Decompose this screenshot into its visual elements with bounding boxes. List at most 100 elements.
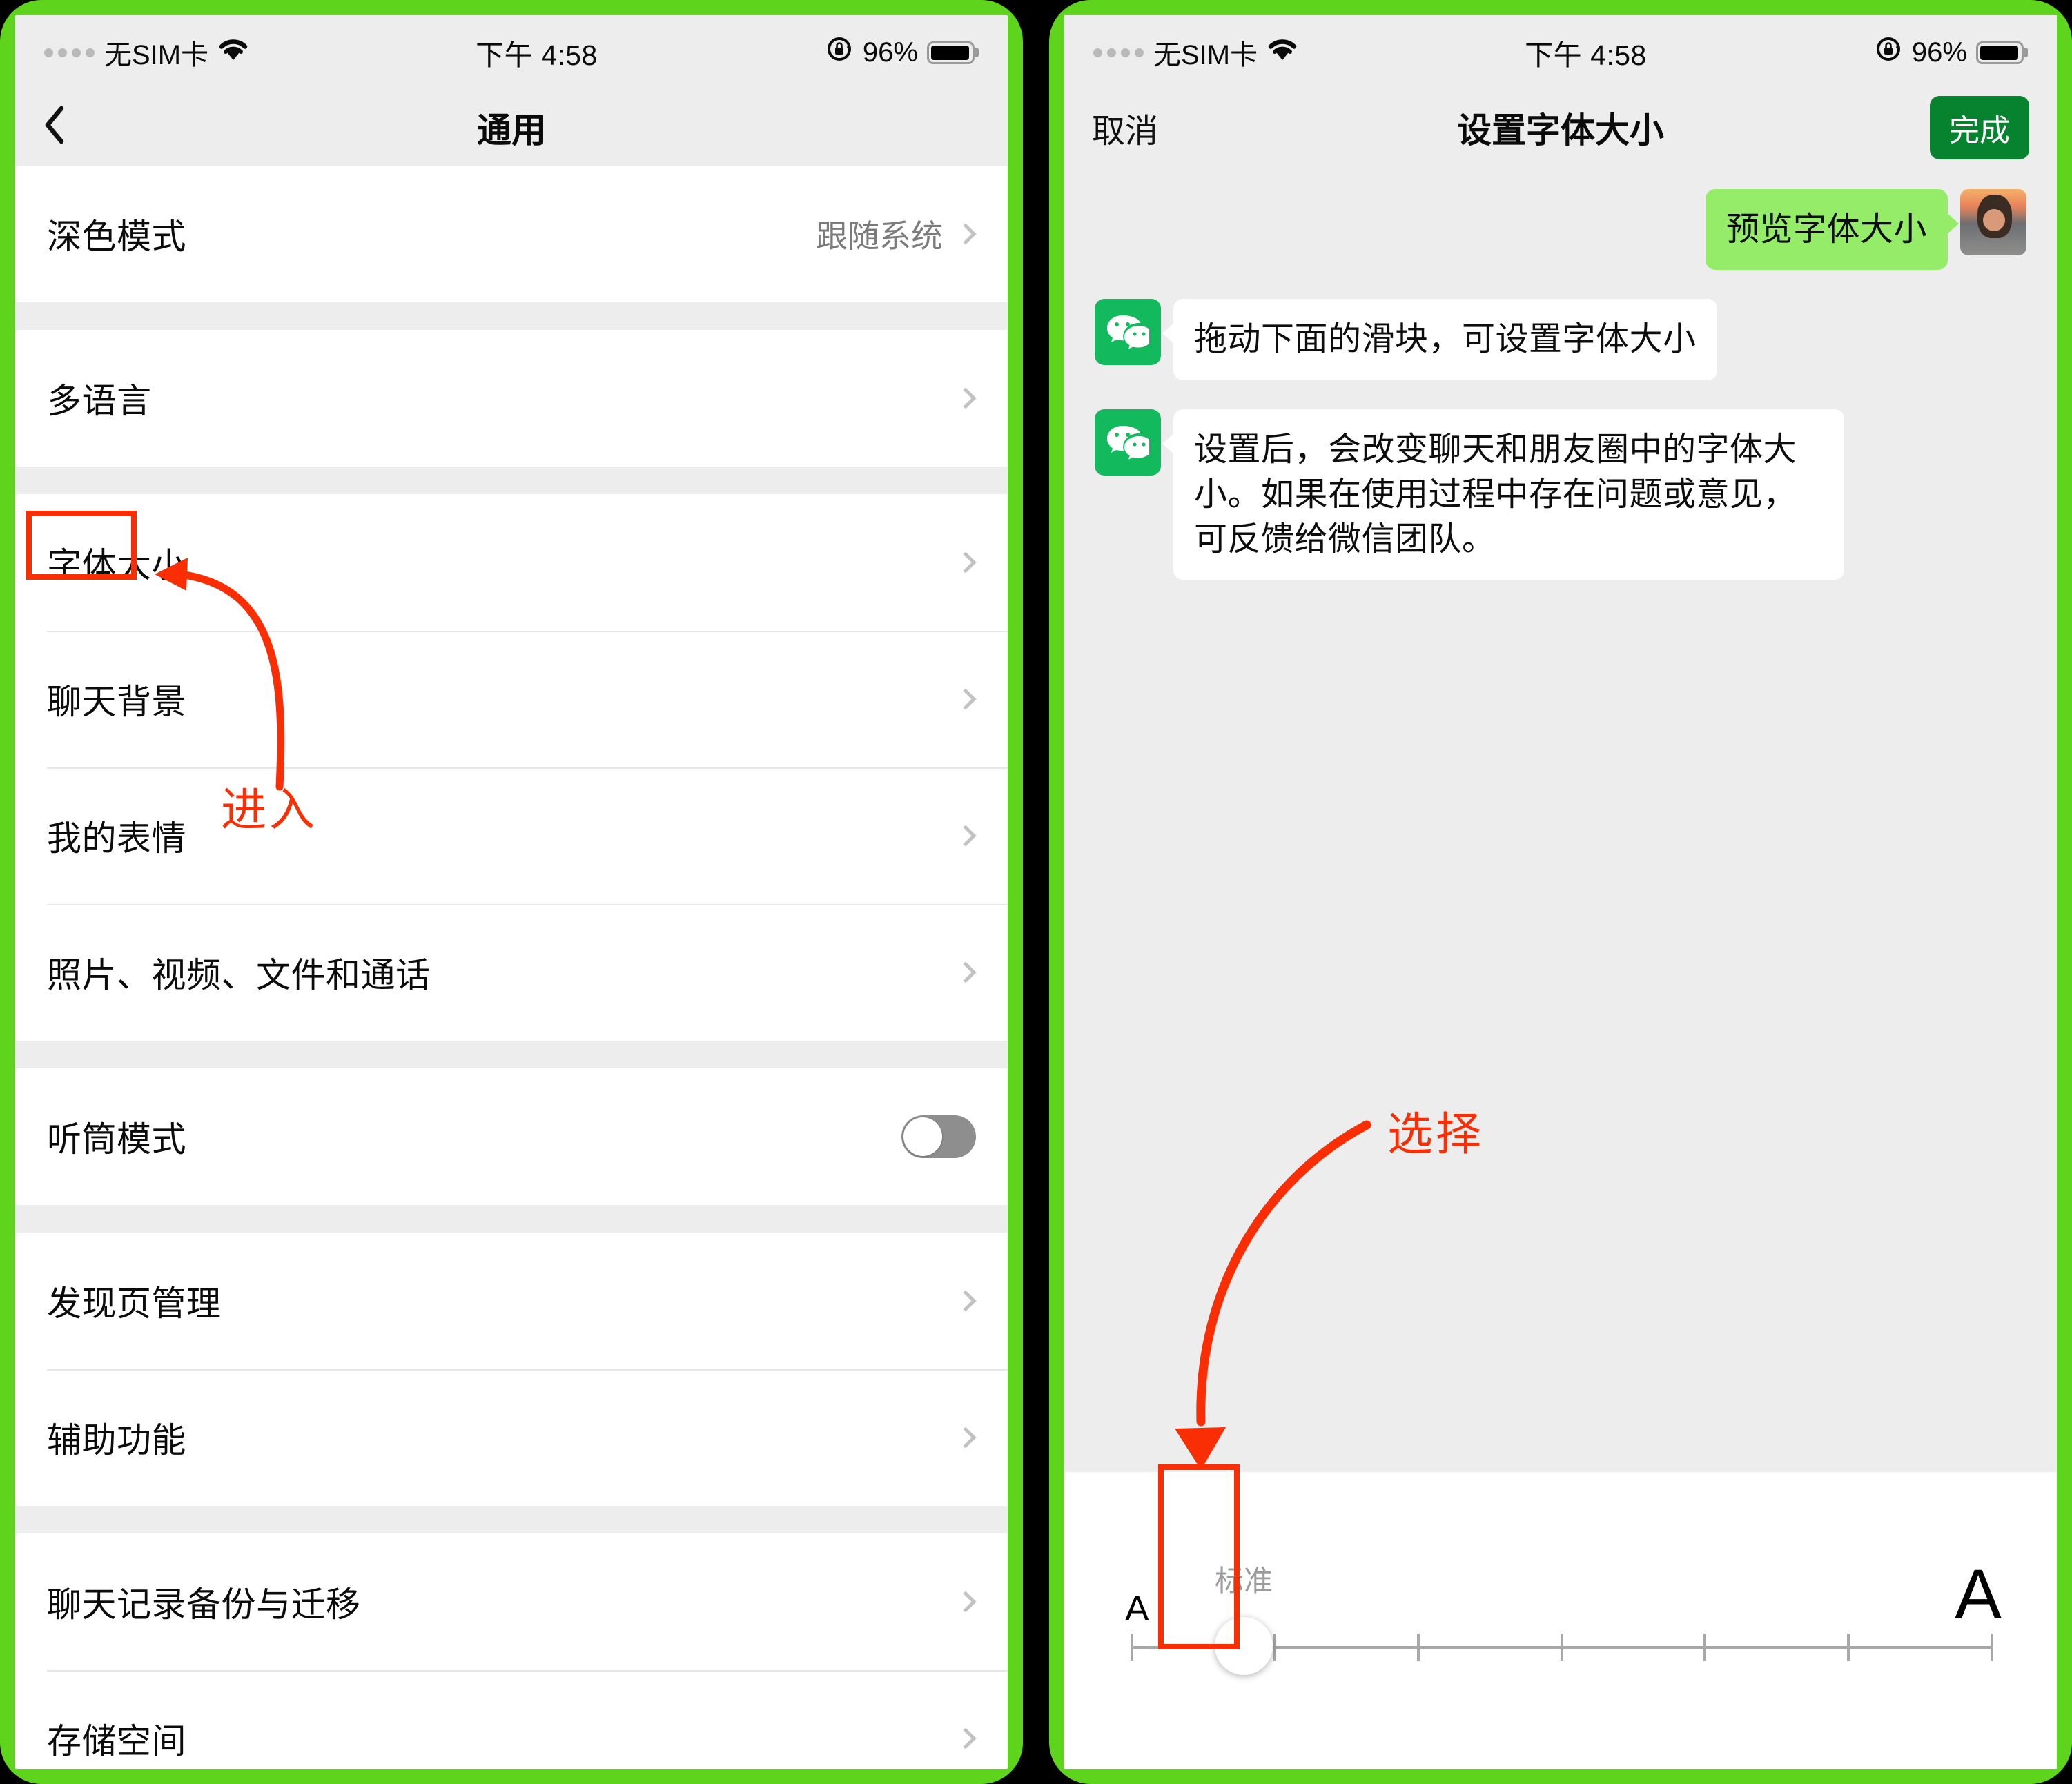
list-item-label: 多语言 bbox=[47, 382, 152, 420]
list-item-label: 聊天记录备份与迁移 bbox=[47, 1585, 361, 1624]
message-bubble: 预览字体大小 bbox=[1705, 189, 1959, 271]
rotation-lock-icon bbox=[825, 35, 854, 70]
message-row-incoming: 拖动下面的滑块，可设置字体大小 bbox=[1095, 299, 2026, 380]
list-item-label: 发现页管理 bbox=[47, 1284, 222, 1323]
slider-tick bbox=[1561, 1634, 1563, 1661]
list-item-storage-space[interactable]: 存储空间 bbox=[15, 1670, 1008, 1769]
chevron-right-icon bbox=[955, 551, 977, 574]
group-separator bbox=[15, 467, 1008, 494]
settings-list: 深色模式 跟随系统 多语言 字体大小 聊天背景 我的表情 照片、视频、文件和通话… bbox=[15, 166, 1008, 1769]
chevron-right-icon bbox=[955, 1727, 977, 1749]
right-phone-frame: 无SIM卡 下午 4:58 96% 取消 设置字体大小 完成 预览字体大小 拖动… bbox=[1049, 0, 2072, 1784]
slider-tick bbox=[1131, 1634, 1133, 1661]
list-item-dark-mode[interactable]: 深色模式 跟随系统 bbox=[15, 166, 1008, 302]
list-item-label: 照片、视频、文件和通话 bbox=[47, 956, 431, 994]
chevron-right-icon bbox=[955, 1591, 977, 1613]
chevron-right-icon bbox=[955, 387, 977, 409]
list-item-chat-backup-migration[interactable]: 聊天记录备份与迁移 bbox=[15, 1533, 1008, 1670]
user-avatar[interactable] bbox=[1960, 189, 2026, 255]
wifi-icon bbox=[218, 37, 248, 68]
font-size-slider-panel: A A 标准 bbox=[1064, 1472, 2057, 1769]
page-title: 通用 bbox=[477, 111, 546, 150]
slider-thumb[interactable] bbox=[1215, 1617, 1273, 1675]
status-bar-right: 无SIM卡 下午 4:58 96% bbox=[1064, 15, 2057, 90]
battery-icon bbox=[926, 41, 975, 64]
left-phone-screen: 无SIM卡 下午 4:58 96% 通用 深色模式 跟随系统 多语言 字体大小 … bbox=[15, 15, 1008, 1769]
right-nav-bar: 取消 设置字体大小 完成 bbox=[1064, 90, 2057, 166]
message-bubble: 拖动下面的滑块，可设置字体大小 bbox=[1162, 299, 1717, 380]
clock-label: 下午 4:58 bbox=[476, 39, 598, 71]
battery-icon bbox=[1975, 41, 2024, 64]
message-row-incoming: 设置后，会改变聊天和朋友圈中的字体大小。如果在使用过程中存在问题或意见，可反馈给… bbox=[1095, 409, 2026, 580]
settings-group: 聊天记录备份与迁移 存储空间 bbox=[15, 1533, 1008, 1769]
list-item-photos-videos-files-calls[interactable]: 照片、视频、文件和通话 bbox=[15, 904, 1008, 1041]
annotation-label-enter: 进入 bbox=[221, 784, 317, 835]
list-item-label: 深色模式 bbox=[47, 217, 186, 256]
slider-tick bbox=[1416, 1634, 1420, 1661]
settings-group: 字体大小 聊天背景 我的表情 照片、视频、文件和通话 bbox=[15, 494, 1008, 1041]
group-separator bbox=[15, 302, 1008, 330]
rotation-lock-icon bbox=[1874, 35, 1903, 70]
signal-dots-icon bbox=[44, 48, 95, 57]
done-button[interactable]: 完成 bbox=[1930, 96, 2029, 159]
list-item-discover-management[interactable]: 发现页管理 bbox=[15, 1233, 1008, 1369]
left-phone-frame: 无SIM卡 下午 4:58 96% 通用 深色模式 跟随系统 多语言 字体大小 … bbox=[0, 0, 1023, 1784]
group-separator bbox=[15, 1041, 1008, 1068]
slider-min-label: A bbox=[1125, 1589, 1149, 1629]
chevron-right-icon bbox=[955, 223, 977, 245]
list-item-multilingual[interactable]: 多语言 bbox=[15, 330, 1008, 467]
status-bar-left-group: 无SIM卡 bbox=[1093, 32, 1298, 72]
chat-preview-area: 预览字体大小 拖动下面的滑块，可设置字体大小 设置后，会改变聊天和朋友圈中的字体… bbox=[1064, 166, 2057, 1472]
battery-percent-label: 96% bbox=[1911, 37, 1967, 68]
list-item-earpiece-mode[interactable]: 听筒模式 bbox=[15, 1068, 1008, 1205]
list-item-label: 字体大小 bbox=[47, 546, 186, 585]
chevron-right-icon bbox=[955, 1427, 977, 1449]
list-item-font-size[interactable]: 字体大小 bbox=[15, 494, 1008, 631]
settings-group: 发现页管理 辅助功能 bbox=[15, 1233, 1008, 1506]
screenshot-stage: 无SIM卡 下午 4:58 96% 通用 深色模式 跟随系统 多语言 字体大小 … bbox=[0, 0, 2072, 1784]
status-bar-left-group: 无SIM卡 bbox=[44, 32, 248, 72]
group-separator bbox=[15, 1506, 1008, 1533]
settings-group: 深色模式 跟随系统 bbox=[15, 166, 1008, 302]
slider-current-label: 标准 bbox=[1214, 1565, 1273, 1597]
carrier-label: 无SIM卡 bbox=[104, 40, 209, 70]
slider-tick bbox=[1273, 1634, 1276, 1661]
list-item-accessibility[interactable]: 辅助功能 bbox=[15, 1369, 1008, 1506]
carrier-label: 无SIM卡 bbox=[1153, 40, 1258, 70]
wechat-logo-icon[interactable] bbox=[1095, 409, 1161, 476]
right-phone-screen: 无SIM卡 下午 4:58 96% 取消 设置字体大小 完成 预览字体大小 拖动… bbox=[1064, 15, 2057, 1769]
clock-label: 下午 4:58 bbox=[1525, 39, 1647, 71]
status-bar-left: 无SIM卡 下午 4:58 96% bbox=[15, 15, 1008, 90]
battery-percent-label: 96% bbox=[862, 37, 918, 68]
message-row-outgoing: 预览字体大小 bbox=[1095, 189, 2026, 271]
list-item-my-stickers[interactable]: 我的表情 bbox=[15, 767, 1008, 904]
status-bar-right-group: 96% bbox=[825, 35, 975, 70]
status-bar-right-group: 96% bbox=[1874, 35, 2024, 70]
cancel-button[interactable]: 取消 bbox=[1092, 104, 1158, 152]
group-separator bbox=[15, 1205, 1008, 1233]
list-item-label: 听筒模式 bbox=[47, 1120, 186, 1159]
chevron-right-icon bbox=[955, 825, 977, 847]
settings-group: 多语言 bbox=[15, 330, 1008, 467]
list-item-chat-background[interactable]: 聊天背景 bbox=[15, 631, 1008, 767]
slider-tick bbox=[1991, 1634, 1993, 1661]
signal-dots-icon bbox=[1093, 48, 1144, 57]
slider-tick bbox=[1703, 1634, 1706, 1661]
page-title: 设置字体大小 bbox=[1457, 111, 1664, 150]
list-item-label: 辅助功能 bbox=[47, 1421, 186, 1460]
wifi-icon bbox=[1267, 37, 1298, 68]
earpiece-mode-toggle[interactable] bbox=[901, 1115, 976, 1158]
chevron-right-icon bbox=[955, 961, 977, 983]
list-item-label: 聊天背景 bbox=[47, 683, 186, 721]
chevron-right-icon bbox=[955, 688, 977, 710]
chevron-right-icon bbox=[955, 1290, 977, 1312]
wechat-logo-icon[interactable] bbox=[1095, 299, 1161, 366]
slider-max-label: A bbox=[1954, 1555, 2002, 1634]
left-nav-bar: 通用 bbox=[15, 90, 1008, 166]
list-item-value: 跟随系统 bbox=[816, 218, 943, 254]
list-item-label: 我的表情 bbox=[47, 819, 186, 858]
settings-group: 听筒模式 bbox=[15, 1068, 1008, 1205]
list-item-label: 存储空间 bbox=[47, 1722, 186, 1761]
message-bubble: 设置后，会改变聊天和朋友圈中的字体大小。如果在使用过程中存在问题或意见，可反馈给… bbox=[1162, 409, 1844, 580]
slider-tick bbox=[1846, 1634, 1850, 1661]
